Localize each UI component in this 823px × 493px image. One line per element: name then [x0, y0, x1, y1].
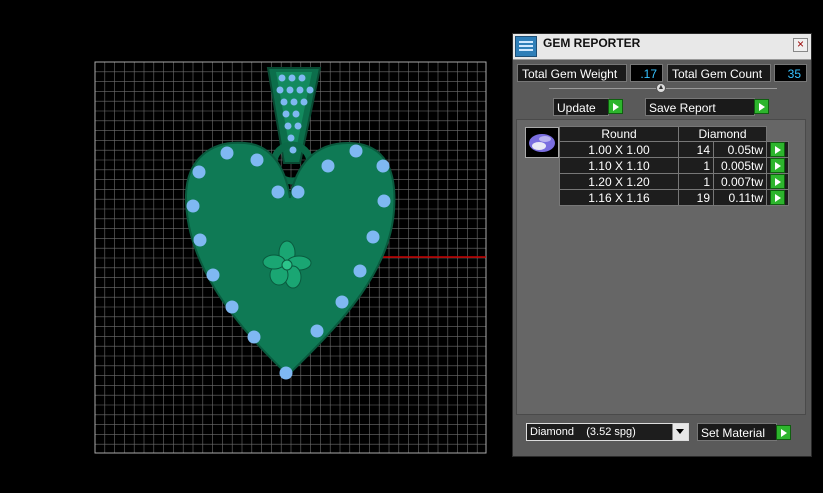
heart-pendant-model [184, 67, 396, 380]
bail-gem-stone [280, 98, 288, 106]
bail-gem-stone [282, 110, 290, 118]
bail-gem-stone [278, 74, 286, 82]
bail-gem-stone [296, 86, 304, 94]
gem-stone [193, 233, 207, 247]
title-bar[interactable]: GEM REPORTER × [513, 34, 811, 60]
gem-stone [250, 153, 264, 167]
gem-weight: 0.007tw [713, 173, 767, 190]
bail-gem-stone [284, 122, 292, 130]
bail-gem-stone [289, 146, 297, 154]
gem-stone [321, 159, 335, 173]
table-row[interactable]: 1.16 X 1.16 19 0.11tw [559, 189, 789, 206]
set-material-go-icon[interactable] [776, 425, 791, 440]
row-go-icon[interactable] [770, 142, 785, 157]
row-go-icon[interactable] [770, 158, 785, 173]
gem-stone [353, 264, 367, 278]
bail-gem-stone [298, 74, 306, 82]
bail-gem-stone [287, 134, 295, 142]
row-go-icon[interactable] [770, 190, 785, 205]
save-report-go-icon[interactable] [754, 99, 769, 114]
gem-count: 1 [678, 173, 714, 190]
gem-list-area: Round Diamond 1.00 X 1.00 14 0.05tw 1.10… [516, 119, 806, 415]
save-report-button[interactable]: Save Report [645, 98, 755, 116]
set-material-button[interactable]: Set Material [697, 423, 777, 441]
gem-weight: 0.11tw [713, 189, 767, 206]
gem-stone [335, 295, 349, 309]
gem-stone [279, 366, 293, 380]
update-go-icon[interactable] [608, 99, 623, 114]
table-row[interactable]: 1.20 X 1.20 1 0.007tw [559, 173, 789, 190]
gem-count: 1 [678, 157, 714, 174]
table-row[interactable]: 1.10 X 1.10 1 0.005tw [559, 157, 789, 174]
gem-stone [291, 185, 305, 199]
chevron-down-icon[interactable] [672, 424, 688, 440]
update-button[interactable]: Update [553, 98, 609, 116]
gem-stone [220, 146, 234, 160]
gem-stone [186, 199, 200, 213]
total-gem-count-value: 35 [774, 64, 807, 82]
total-gem-weight-value: .17 [630, 64, 663, 82]
model-viewport[interactable] [0, 0, 510, 493]
gem-reporter-panel: GEM REPORTER × Total Gem Weight .17 Tota… [512, 33, 812, 457]
gem-size: 1.20 X 1.20 [559, 173, 679, 190]
row-go-cell [766, 157, 789, 174]
gem-stone [247, 330, 261, 344]
material-header: Diamond [678, 126, 767, 142]
gem-stone [206, 268, 220, 282]
row-go-cell [766, 189, 789, 206]
gem-size: 1.16 X 1.16 [559, 189, 679, 206]
gem-stone [376, 159, 390, 173]
gem-stone [271, 185, 285, 199]
gem-weight: 0.005tw [713, 157, 767, 174]
bail-gem-stone [286, 86, 294, 94]
gem-size: 1.10 X 1.10 [559, 157, 679, 174]
gem-stone [349, 144, 363, 158]
bail-gem-stone [300, 98, 308, 106]
gem-table: Round Diamond 1.00 X 1.00 14 0.05tw 1.10… [559, 126, 789, 206]
bail-gem-stone [288, 74, 296, 82]
bail-gem-stone [276, 86, 284, 94]
table-row[interactable]: 1.00 X 1.00 14 0.05tw [559, 141, 789, 158]
row-go-cell [766, 141, 789, 158]
total-gem-count-label: Total Gem Count [667, 64, 771, 82]
diamond-icon[interactable] [525, 127, 559, 158]
gem-reporter-icon [515, 36, 537, 57]
gem-stone [377, 194, 391, 208]
gem-stone [310, 324, 324, 338]
bail-gem-stone [294, 122, 302, 130]
gem-size: 1.00 X 1.00 [559, 141, 679, 158]
bail-gem-stone [290, 98, 298, 106]
collapse-toggle[interactable]: ▲ [656, 83, 666, 93]
gem-stone [192, 165, 206, 179]
grid-canvas [94, 61, 487, 454]
gem-count: 19 [678, 189, 714, 206]
window-title: GEM REPORTER [543, 36, 641, 50]
gem-count: 14 [678, 141, 714, 158]
material-select[interactable]: Diamond (3.52 spg) [526, 423, 689, 441]
bail-gem-stone [292, 110, 300, 118]
gem-stone [366, 230, 380, 244]
gem-stone [225, 300, 239, 314]
gem-weight: 0.05tw [713, 141, 767, 158]
material-select-value: Diamond (3.52 spg) [530, 426, 636, 438]
row-go-cell [766, 173, 789, 190]
close-button[interactable]: × [793, 38, 808, 52]
row-go-icon[interactable] [770, 174, 785, 189]
shape-header: Round [559, 126, 679, 142]
total-gem-weight-label: Total Gem Weight [517, 64, 627, 82]
bail-gem-stone [306, 86, 314, 94]
